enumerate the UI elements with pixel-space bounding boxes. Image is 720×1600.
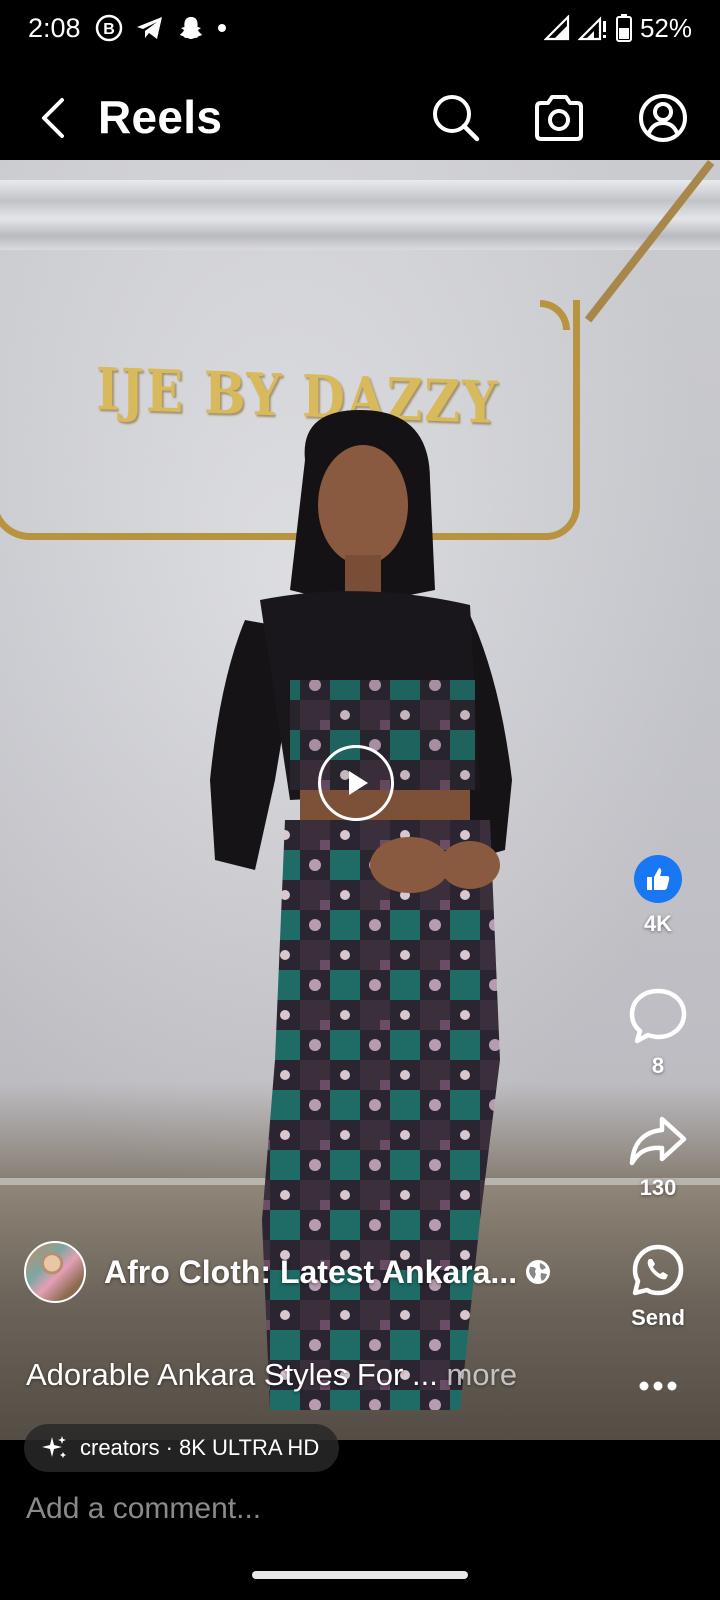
signal-alert-icon (577, 15, 608, 41)
battery-icon (615, 14, 632, 42)
globe-icon (524, 1258, 552, 1286)
send-action[interactable]: Send (618, 1243, 698, 1331)
camera-button[interactable] (533, 92, 585, 144)
author-row[interactable]: Afro Cloth: Latest Ankara... (24, 1240, 584, 1304)
more-options-button[interactable] (618, 1380, 698, 1392)
status-notification-icons: B (95, 14, 227, 42)
camera-icon (535, 95, 583, 141)
svg-text:B: B (103, 21, 115, 38)
like-action[interactable]: 4K (618, 855, 698, 937)
profile-button[interactable] (637, 92, 689, 144)
caption-text: Adorable Ankara Styles For ... (26, 1357, 438, 1392)
back-arrow-icon (42, 98, 64, 138)
status-right: 52% (543, 0, 692, 56)
see-more-link[interactable]: more (446, 1357, 517, 1392)
comment-icon (629, 988, 687, 1044)
status-bar: 2:08 B 52% (0, 0, 720, 56)
back-button[interactable] (32, 96, 76, 140)
signal-icon (543, 15, 570, 41)
thumbs-up-icon (647, 868, 670, 890)
play-button[interactable] (318, 745, 394, 821)
telegram-icon (135, 14, 165, 42)
page-title: Reels (98, 91, 223, 143)
snapchat-icon (177, 14, 205, 42)
search-button[interactable] (430, 92, 482, 144)
chip-text: creators · 8K ULTRA HD (80, 1435, 320, 1460)
comment-count: 8 (651, 1053, 665, 1078)
status-time: 2:08 (28, 12, 81, 43)
reels-screen: 2:08 B 52% Reels IJE BY DAZZY 4K 8 130 S… (0, 0, 720, 1600)
share-icon (629, 1116, 687, 1166)
comment-input[interactable]: Add a comment... (26, 1492, 261, 1526)
more-dots-icon (639, 1381, 677, 1391)
search-icon (433, 95, 480, 142)
home-indicator[interactable] (252, 1571, 468, 1579)
send-label: Send (631, 1305, 685, 1330)
author-name[interactable]: Afro Cloth: Latest Ankara... (104, 1254, 517, 1291)
avatar[interactable] (24, 1241, 86, 1303)
play-icon (349, 771, 368, 795)
like-button[interactable] (634, 855, 682, 903)
creators-chip[interactable]: creators · 8K ULTRA HD (24, 1424, 340, 1472)
b-icon: B (95, 14, 123, 42)
reels-header: Reels (0, 76, 720, 160)
dot-icon (217, 23, 227, 33)
like-count: 4K (643, 911, 673, 936)
sparkle-icon (42, 1436, 66, 1458)
profile-icon (639, 94, 687, 142)
whatsapp-icon (632, 1244, 684, 1296)
comment-action[interactable]: 8 (618, 987, 698, 1079)
share-count: 130 (639, 1175, 677, 1200)
battery-percent: 52% (639, 12, 692, 43)
post-caption[interactable]: Adorable Ankara Styles For ... more (26, 1357, 517, 1393)
share-action[interactable]: 130 (618, 1115, 698, 1201)
